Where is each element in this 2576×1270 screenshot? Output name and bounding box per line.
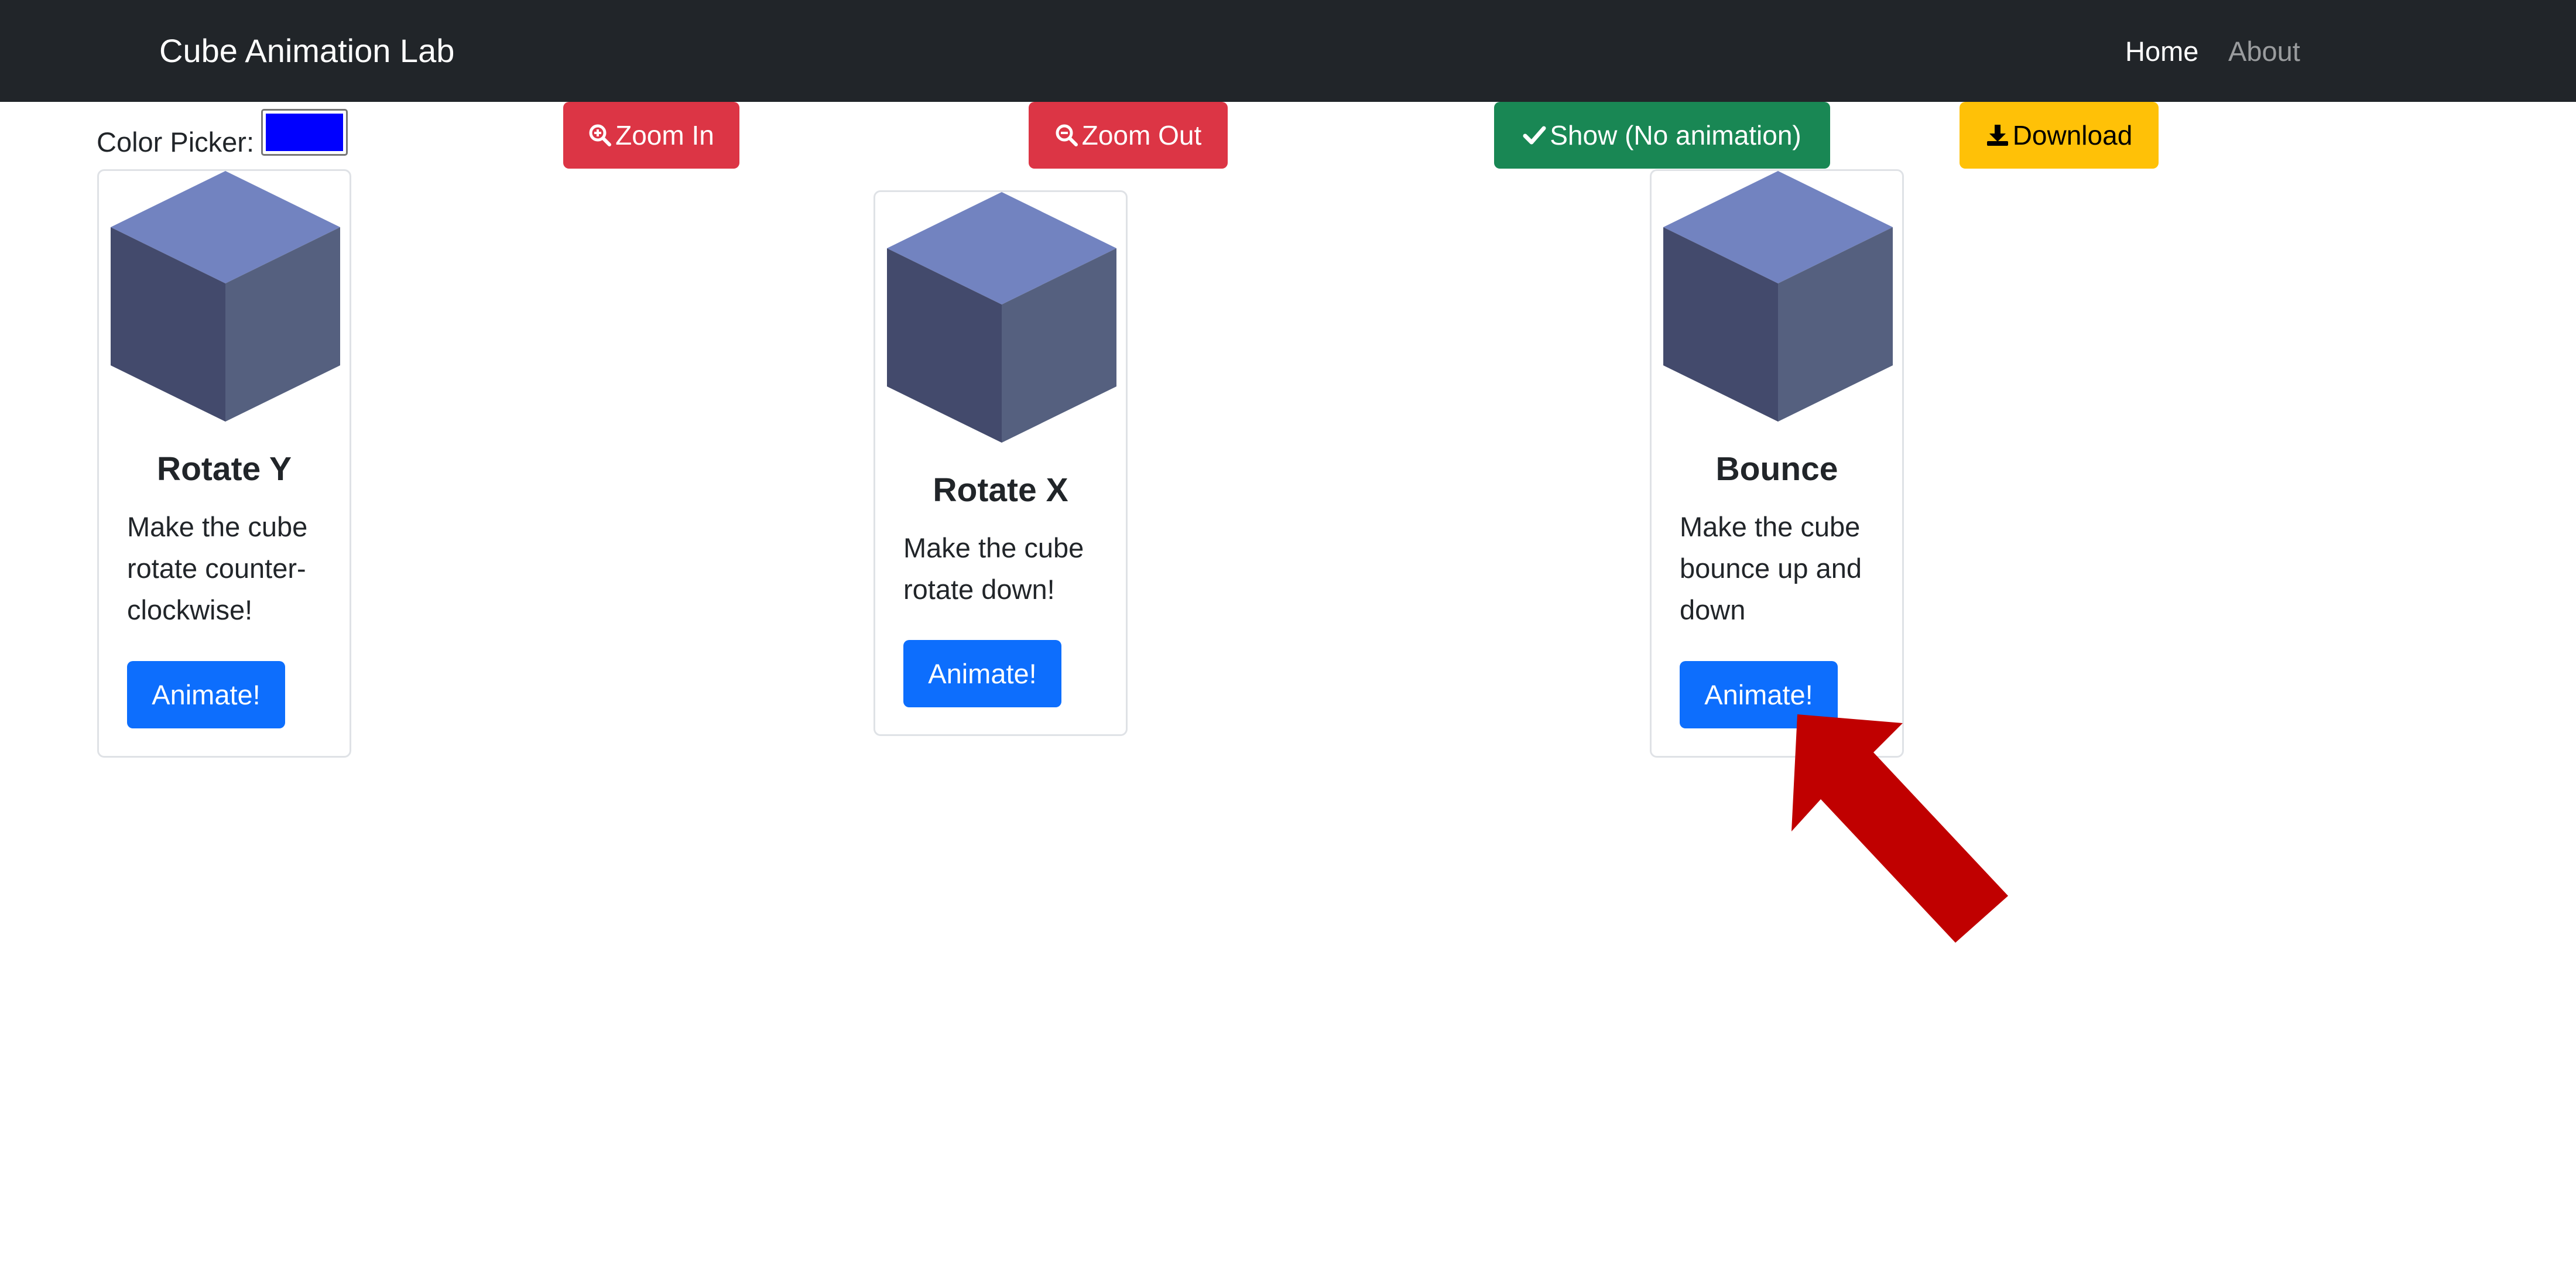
- download-label: Download: [2012, 120, 2133, 150]
- zoom-in-label: Zoom In: [615, 120, 714, 150]
- cube-image: [1663, 171, 1893, 422]
- download-icon: [1986, 124, 2009, 147]
- zoom-out-button[interactable]: Zoom Out: [1029, 102, 1228, 169]
- card-bounce: Bounce Make the cube bounce up and down …: [1650, 169, 1904, 758]
- show-no-animation-button[interactable]: Show (No animation): [1494, 102, 1830, 169]
- color-picker-label: Color Picker:: [97, 126, 255, 158]
- animate-button[interactable]: Animate!: [903, 640, 1061, 707]
- card-text: Make the cube rotate counter-clockwise!: [127, 511, 308, 625]
- check-icon: [1523, 124, 1546, 147]
- card-text: Make the cube bounce up and down: [1680, 511, 1862, 625]
- card-text: Make the cube rotate down!: [903, 532, 1084, 605]
- zoom-out-label: Zoom Out: [1081, 120, 1202, 150]
- card-rotate-x: Rotate X Make the cube rotate down! Anim…: [873, 190, 1128, 736]
- card-title: Rotate Y: [156, 450, 292, 488]
- red-arrow-annotation: [1791, 714, 2008, 943]
- nav-link-home[interactable]: Home: [2125, 34, 2198, 69]
- cube-image: [887, 192, 1116, 443]
- download-button[interactable]: Download: [1960, 102, 2159, 169]
- zoom-in-button[interactable]: Zoom In: [563, 102, 739, 169]
- color-picker-input[interactable]: [261, 109, 348, 156]
- navbar-brand[interactable]: Cube Animation Lab: [159, 30, 454, 71]
- animate-button[interactable]: Animate!: [127, 661, 285, 728]
- card-title: Rotate X: [933, 471, 1068, 509]
- zoom-out-icon: [1055, 124, 1078, 147]
- zoom-in-icon: [588, 124, 612, 147]
- nav-link-about[interactable]: About: [2228, 34, 2300, 69]
- card-title: Bounce: [1715, 450, 1838, 488]
- navbar: Cube Animation Lab Home About: [0, 0, 2576, 102]
- card-rotate-y: Rotate Y Make the cube rotate counter-cl…: [97, 169, 351, 758]
- cube-image: [111, 171, 340, 422]
- show-no-animation-label: Show (No animation): [1550, 120, 1801, 150]
- color-picker-swatch: [266, 114, 343, 151]
